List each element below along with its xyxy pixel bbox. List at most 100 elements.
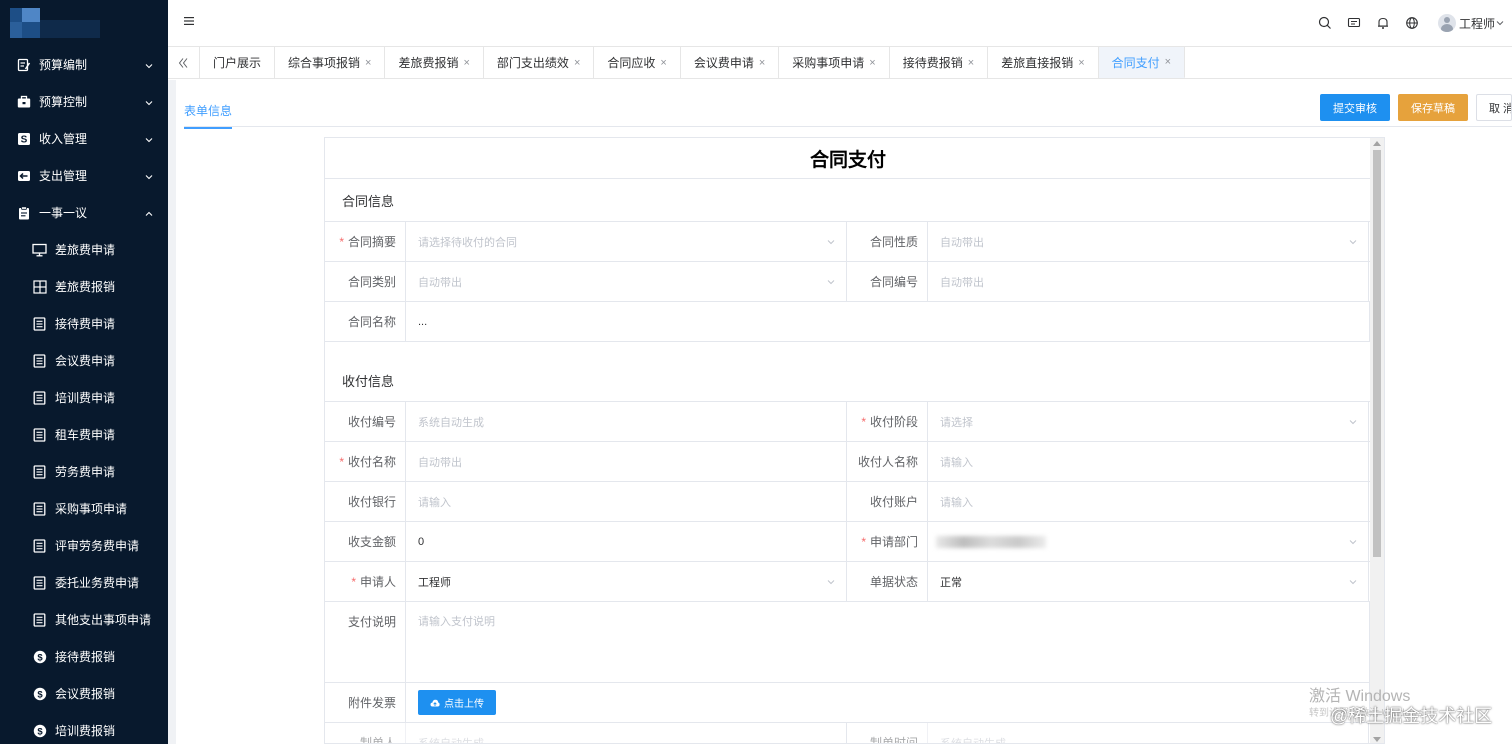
sidebar-subitem-2[interactable]: 接待费申请 <box>0 305 168 342</box>
user-name: 工程师 <box>1458 16 1495 31</box>
svg-text:$: $ <box>37 689 43 700</box>
doc-icon <box>32 353 47 368</box>
sidebar-subitem-0[interactable]: 差旅费申请 <box>0 231 168 268</box>
tab-1[interactable]: 综合事项报销 × <box>275 47 386 78</box>
close-icon[interactable]: × <box>968 57 974 69</box>
upload-button[interactable]: 点击上传 <box>418 690 496 715</box>
pay-bank-input[interactable]: 请输入 <box>406 482 847 521</box>
close-icon[interactable]: × <box>1078 57 1084 69</box>
sidebar-subitem-label: 评审劳务费申请 <box>55 539 140 553</box>
sidebar-subitem-9[interactable]: 委托业务费申请 <box>0 564 168 601</box>
close-icon[interactable]: × <box>759 57 765 69</box>
form-scrollbar[interactable] <box>1370 138 1384 743</box>
contract-no-input[interactable]: 自动带出 <box>928 262 1369 301</box>
close-icon[interactable]: × <box>869 57 875 69</box>
content-gutter <box>168 80 176 744</box>
tab-6[interactable]: 采购事项申请 × <box>779 47 890 78</box>
sidebar-subitem-12[interactable]: $ 会议费报销 <box>0 675 168 712</box>
close-icon[interactable]: × <box>574 57 580 69</box>
sidebar-menu-2[interactable]: S 收入管理 <box>0 120 168 157</box>
sidebar-subitem-1[interactable]: 差旅费报销 <box>0 268 168 305</box>
chevron-down-icon <box>144 60 154 70</box>
sidebar-menu-0[interactable]: 预算编制 <box>0 46 168 83</box>
tab-9[interactable]: 合同支付 × <box>1098 47 1186 78</box>
sidebar-subitem-4[interactable]: 培训费申请 <box>0 379 168 416</box>
applicant-value: 工程师 <box>418 576 451 589</box>
dollar-circle-icon: $ <box>32 649 47 664</box>
bell-icon[interactable] <box>1376 16 1390 30</box>
department-select[interactable] <box>928 522 1369 561</box>
contract-summary-select[interactable]: 请选择待收付的合同 <box>406 222 847 261</box>
scroll-down-arrow[interactable] <box>1373 737 1381 742</box>
applicant-select[interactable]: 工程师 <box>406 562 847 601</box>
pay-no-input[interactable]: 系统自动生成 <box>406 402 847 441</box>
chevron-down-icon <box>144 97 154 107</box>
close-icon[interactable]: × <box>463 57 469 69</box>
tab-bar: 门户展示 综合事项报销 × 差旅费报销 × 部门支出绩效 × 合同应收 × 会议费申请 × 采购事项申… <box>168 47 1512 79</box>
close-icon[interactable]: × <box>1165 56 1171 68</box>
save-draft-button[interactable]: 保存草稿 <box>1398 94 1468 121</box>
user-menu[interactable]: 工程师 <box>1437 14 1504 32</box>
dollar-circle-icon: $ <box>32 723 47 738</box>
pay-stage-select[interactable]: 请选择 <box>928 402 1369 441</box>
sidebar-menu-1[interactable]: 预算控制 <box>0 83 168 120</box>
globe-icon[interactable] <box>1405 16 1419 30</box>
sidebar-subitem-label: 租车费申请 <box>55 428 116 442</box>
contract-nature-select[interactable]: 自动带出 <box>928 222 1369 261</box>
tab-4[interactable]: 合同应收 × <box>594 47 681 78</box>
pay-account-input[interactable]: 请输入 <box>928 482 1369 521</box>
sidebar-subitem-label: 会议费报销 <box>55 687 116 701</box>
sidebar-subitem-11[interactable]: $ 接待费报销 <box>0 638 168 675</box>
maker-input[interactable]: 系统自动生成 <box>406 723 847 743</box>
contract-nature-label: 合同性质 <box>847 222 928 261</box>
contract-name-field[interactable]: ... <box>406 302 1370 341</box>
sidebar-menu-3[interactable]: 支出管理 <box>0 157 168 194</box>
sidebar-menu-label: 收入管理 <box>39 132 88 146</box>
sidebar-menu-4[interactable]: 一事一议 <box>0 194 168 231</box>
doc-status-value: 正常 <box>940 576 962 589</box>
form-row: * 申请人 工程师 单据状态 正常 <box>325 562 1371 602</box>
close-icon[interactable]: × <box>365 57 371 69</box>
sidebar-subitem-6[interactable]: 劳务费申请 <box>0 453 168 490</box>
cancel-button[interactable]: 取 消 <box>1476 94 1512 121</box>
hamburger-menu-icon[interactable] <box>184 16 194 26</box>
doc-status-select[interactable]: 正常 <box>928 562 1369 601</box>
pay-account-label: 收付账户 <box>847 482 928 521</box>
sidebar-subitem-7[interactable]: 采购事项申请 <box>0 490 168 527</box>
close-icon[interactable]: × <box>660 57 666 69</box>
contract-type-select[interactable]: 自动带出 <box>406 262 847 301</box>
pay-stage-placeholder: 请选择 <box>940 416 973 429</box>
pay-desc-textarea[interactable]: 请输入支付说明 <box>406 602 1370 682</box>
sidebar-subitem-5[interactable]: 租车费申请 <box>0 416 168 453</box>
double-chevron-left-icon <box>178 57 187 68</box>
sidebar-subitem-3[interactable]: 会议费申请 <box>0 342 168 379</box>
amount-input[interactable]: 0 <box>406 522 847 561</box>
collapse-tabs-button[interactable] <box>168 47 200 78</box>
sidebar-subitem-8[interactable]: 评审劳务费申请 <box>0 527 168 564</box>
tab-7[interactable]: 接待费报销 × <box>890 47 989 78</box>
tab-2[interactable]: 差旅费报销 × <box>385 47 484 78</box>
tab-label: 差旅费报销 <box>398 56 459 70</box>
contract-nature-placeholder: 自动带出 <box>940 236 984 249</box>
svg-text:$: $ <box>37 726 43 737</box>
sidebar-subitem-13[interactable]: $ 培训费报销 <box>0 712 168 749</box>
payee-name-input[interactable]: 请输入 <box>928 442 1369 481</box>
message-icon[interactable] <box>1347 16 1361 30</box>
scroll-up-arrow[interactable] <box>1373 141 1381 146</box>
submit-review-button[interactable]: 提交审核 <box>1320 94 1390 121</box>
tab-8[interactable]: 差旅直接报销 × <box>988 47 1099 78</box>
form-row: 收支金额 0 * 申请部门 <box>325 522 1371 562</box>
pay-account-placeholder: 请输入 <box>940 496 973 509</box>
pay-name-input[interactable]: 自动带出 <box>406 442 847 481</box>
tab-form-info[interactable]: 表单信息 <box>184 102 233 129</box>
sidebar: 预算编制 预算控制 S 收入管理 支出管理 一事一议 差旅费申请 差旅费报销 接待费申请 会议费申… <box>0 0 168 744</box>
grid-icon <box>32 279 47 294</box>
scrollbar-thumb[interactable] <box>1373 150 1381 557</box>
sidebar-subitem-10[interactable]: 其他支出事项申请 <box>0 601 168 638</box>
tab-0[interactable]: 门户展示 <box>200 47 276 78</box>
tab-3[interactable]: 部门支出绩效 × <box>484 47 595 78</box>
doc-icon <box>32 501 47 516</box>
search-icon[interactable] <box>1318 16 1332 30</box>
tab-5[interactable]: 会议费申请 × <box>681 47 780 78</box>
make-time-input[interactable]: 系统自动生成 <box>928 723 1369 743</box>
